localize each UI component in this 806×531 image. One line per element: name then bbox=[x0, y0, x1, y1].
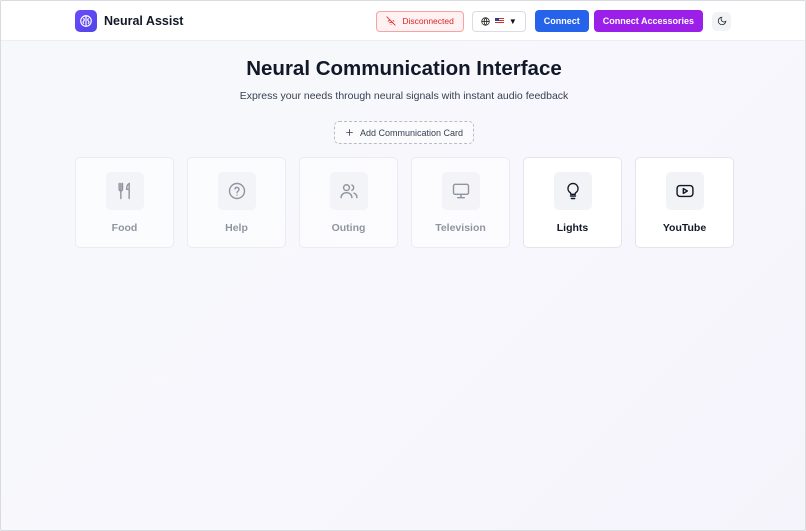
page-subtitle: Express your needs through neural signal… bbox=[239, 90, 569, 102]
connection-status-badge: Disconnected bbox=[376, 10, 464, 32]
connection-status-label: Disconnected bbox=[402, 16, 454, 26]
app-name: Neural Assist bbox=[104, 14, 184, 28]
card-lights[interactable]: Lights bbox=[523, 157, 622, 248]
plus-icon bbox=[345, 128, 354, 137]
brain-icon bbox=[75, 10, 97, 32]
card-label: Help bbox=[225, 222, 248, 234]
card-television[interactable]: Television bbox=[411, 157, 510, 248]
card-label: YouTube bbox=[662, 222, 707, 234]
card-label: Outing bbox=[331, 222, 366, 234]
utensils-icon bbox=[106, 172, 144, 210]
card-help[interactable]: Help bbox=[187, 157, 286, 248]
add-card-label: Add Communication Card bbox=[359, 127, 464, 138]
monitor-icon bbox=[442, 172, 480, 210]
communication-cards: Food Help Outing Television Lights YouTu… bbox=[75, 157, 734, 248]
connect-button[interactable]: Connect bbox=[534, 10, 589, 32]
youtube-icon bbox=[666, 172, 704, 210]
top-bar: Neural Assist Disconnected ▼ Connect Con… bbox=[1, 1, 805, 41]
app-window: Neural Assist Disconnected ▼ Connect Con… bbox=[0, 0, 806, 531]
card-youtube[interactable]: YouTube bbox=[635, 157, 734, 248]
card-outing[interactable]: Outing bbox=[299, 157, 398, 248]
card-label: Lights bbox=[556, 222, 589, 234]
theme-toggle-button[interactable] bbox=[712, 11, 731, 31]
chevron-down-icon: ▼ bbox=[508, 16, 517, 26]
card-label: Television bbox=[435, 222, 486, 234]
card-label: Food bbox=[111, 222, 138, 234]
header-actions: Disconnected ▼ Connect Connect Accessori… bbox=[376, 10, 731, 32]
moon-icon bbox=[717, 16, 727, 26]
card-food[interactable]: Food bbox=[75, 157, 174, 248]
language-select[interactable]: ▼ bbox=[471, 10, 526, 32]
us-flag-icon bbox=[494, 18, 504, 24]
brand[interactable]: Neural Assist bbox=[75, 10, 183, 32]
lightbulb-icon bbox=[554, 172, 592, 210]
connect-accessories-button[interactable]: Connect Accessories bbox=[593, 10, 703, 32]
wifi-off-icon bbox=[386, 16, 396, 26]
users-icon bbox=[330, 172, 368, 210]
page-title: Neural Communication Interface bbox=[246, 57, 562, 80]
globe-icon bbox=[481, 16, 490, 26]
help-circle-icon bbox=[218, 172, 256, 210]
add-communication-card-button[interactable]: Add Communication Card bbox=[334, 121, 474, 144]
